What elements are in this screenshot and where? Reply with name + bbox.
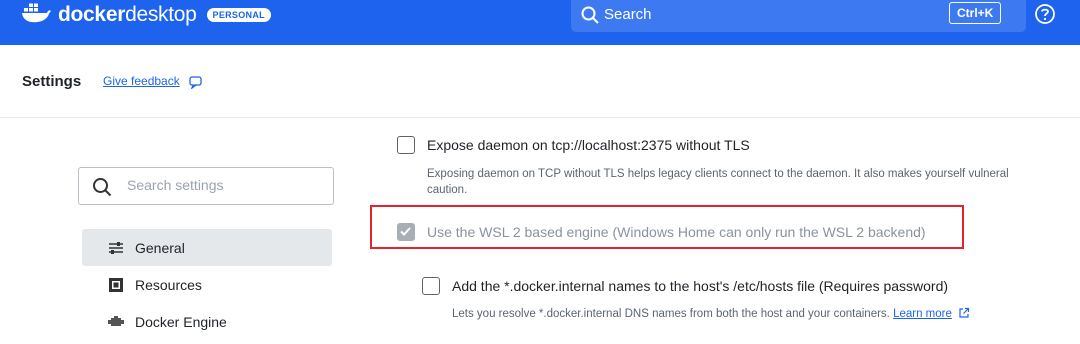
engine-icon — [107, 313, 125, 331]
hosts-file-description: Lets you resolve *.docker.internal DNS n… — [452, 306, 970, 322]
brand[interactable]: dockerdesktop PERSONAL — [22, 2, 271, 29]
learn-more-link[interactable]: Learn more — [893, 308, 952, 320]
expose-daemon-checkbox[interactable] — [397, 136, 415, 154]
search-shortcut: Ctrl+K — [949, 2, 1002, 24]
expose-daemon-label: Expose daemon on tcp://localhost:2375 wi… — [427, 137, 750, 153]
resources-icon — [107, 276, 125, 294]
expose-daemon-description: Exposing daemon on TCP without TLS helps… — [427, 168, 1009, 196]
sidebar-item-label: Resources — [135, 276, 202, 293]
plan-badge: PERSONAL — [206, 8, 271, 22]
docker-whale-icon — [22, 2, 52, 29]
sidebar-item-label: Docker Engine — [135, 313, 227, 330]
settings-search[interactable] — [78, 167, 334, 205]
sidebar-item-docker-engine[interactable]: Docker Engine — [82, 303, 332, 340]
give-feedback-link[interactable]: Give feedback — [103, 74, 180, 88]
page-title: Settings — [22, 73, 82, 90]
brand-name: dockerdesktop — [58, 3, 197, 26]
external-link-icon[interactable] — [955, 307, 970, 320]
feedback-icon[interactable] — [189, 76, 202, 94]
sliders-icon — [107, 239, 125, 257]
annotation-highlight-box — [370, 205, 964, 249]
sidebar-item-general[interactable]: General — [82, 229, 332, 266]
top-bar: dockerdesktop PERSONAL Search Ctrl+K — [0, 0, 1080, 45]
global-search[interactable]: Search Ctrl+K — [571, 0, 1026, 32]
settings-search-input[interactable] — [125, 176, 319, 194]
search-icon — [581, 6, 599, 29]
sidebar-item-label: General — [135, 239, 185, 256]
sidebar-item-resources[interactable]: Resources — [82, 266, 332, 303]
question-circle-icon[interactable] — [1034, 3, 1056, 30]
hosts-file-checkbox[interactable] — [422, 277, 440, 295]
hosts-file-label: Add the *.docker.internal names to the h… — [452, 278, 949, 294]
search-icon — [92, 177, 112, 202]
settings-header: Settings Give feedback — [0, 45, 1080, 118]
search-label: Search — [604, 6, 652, 23]
